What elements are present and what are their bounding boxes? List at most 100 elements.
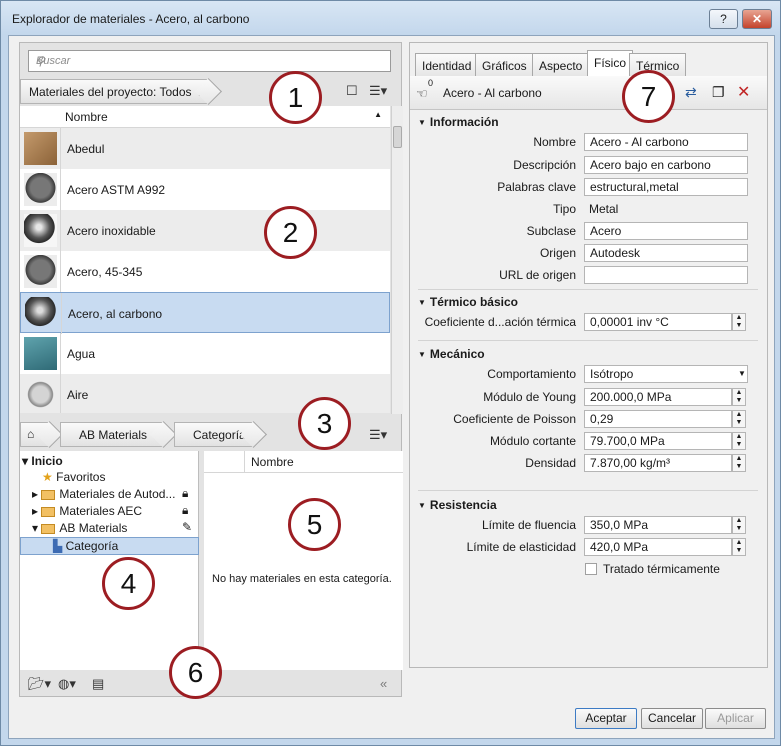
window-title: Explorador de materiales - Acero, al car… bbox=[12, 12, 250, 26]
stepper-icon[interactable]: ▲ ▼ bbox=[732, 313, 746, 331]
home-button[interactable]: ⌂ bbox=[20, 422, 50, 447]
thermal-expansion-field[interactable]: 0,00001 inv °C bbox=[584, 313, 732, 331]
section-informacion[interactable]: Información bbox=[418, 115, 499, 129]
tensile-strength-field[interactable]: 420,0 MPa bbox=[584, 538, 732, 556]
stepper-icon[interactable]: ▲ ▼ bbox=[732, 432, 746, 450]
list-item[interactable]: Acero, 45-345 bbox=[20, 251, 390, 292]
tree-favorites[interactable]: ★ Favoritos bbox=[42, 470, 105, 484]
field-label: Límite de fluencia bbox=[481, 518, 576, 532]
dialog-body: Buscar ⚲ Materiales del proyecto: Todos … bbox=[8, 35, 775, 739]
type-value: Metal bbox=[589, 202, 619, 216]
section-mecanico[interactable]: Mecánico bbox=[418, 347, 485, 361]
stepper-icon[interactable]: ▲ ▼ bbox=[732, 454, 746, 472]
tree-root[interactable]: ▾ Inicio bbox=[22, 454, 63, 468]
tree-ab-materials[interactable]: ▾ AB Materials bbox=[32, 521, 127, 535]
stepper-icon[interactable]: ▲ ▼ bbox=[732, 538, 746, 556]
pencil-icon[interactable]: ✎ bbox=[182, 520, 192, 534]
field-label: URL de origen bbox=[499, 268, 576, 282]
tree-category-selected[interactable]: ▙ Categoría bbox=[20, 537, 199, 555]
list-view-icon[interactable]: ☰▾ bbox=[369, 427, 387, 443]
star-icon: ★ bbox=[42, 470, 53, 484]
cancel-button[interactable]: Cancelar bbox=[641, 708, 703, 729]
tab-identidad[interactable]: Identidad bbox=[415, 53, 479, 76]
duplicate-asset-icon[interactable]: ❐ bbox=[712, 84, 725, 101]
callout-2: 2 bbox=[264, 206, 317, 259]
callout-4: 4 bbox=[102, 557, 155, 610]
asset-header: ☜ 0 Acero - Al carbono ⇄ ❐ ✕ bbox=[410, 76, 767, 110]
yield-strength-field[interactable]: 350,0 MPa bbox=[584, 516, 732, 534]
material-name: Agua bbox=[67, 347, 96, 361]
list-header[interactable]: Nombre ▲ bbox=[20, 106, 390, 128]
section-resistencia[interactable]: Resistencia bbox=[418, 498, 497, 512]
description-field[interactable]: Acero bajo en carbono bbox=[584, 156, 748, 174]
material-swatch-stainless bbox=[24, 214, 57, 247]
tree-autodesk-library[interactable]: ▸ Materiales de Autod... bbox=[32, 487, 175, 501]
stepper-icon[interactable]: ▲ ▼ bbox=[732, 388, 746, 406]
folder-open-icon bbox=[41, 523, 56, 534]
field-label: Módulo cortante bbox=[489, 434, 576, 448]
callout-6: 6 bbox=[169, 646, 222, 699]
list-item[interactable]: Acero inoxidable bbox=[20, 210, 390, 251]
tab-graficos[interactable]: Gráficos bbox=[475, 53, 534, 76]
section-termico-basico[interactable]: Térmico básico bbox=[418, 295, 518, 309]
material-editor: Identidad Gráficos Aspecto Físico Térmic… bbox=[409, 42, 768, 668]
stepper-icon[interactable]: ▲ ▼ bbox=[732, 516, 746, 534]
scrollbar-thumb[interactable] bbox=[393, 126, 402, 148]
shear-modulus-field[interactable]: 79.700,0 MPa bbox=[584, 432, 732, 450]
material-name: Acero, al carbono bbox=[68, 307, 163, 321]
list-view-icon[interactable]: ☰▾ bbox=[369, 83, 387, 99]
keywords-field[interactable]: estructural,metal bbox=[584, 178, 748, 196]
subclass-field[interactable]: Acero bbox=[584, 222, 748, 240]
lock-icon: 🔒︎ bbox=[182, 503, 189, 517]
young-modulus-field[interactable]: 200.000,0 MPa bbox=[584, 388, 732, 406]
field-label: Coeficiente d...ación térmica bbox=[424, 315, 576, 329]
tab-fisico[interactable]: Físico bbox=[587, 50, 634, 77]
tab-aspecto[interactable]: Aspecto bbox=[532, 53, 590, 76]
ok-button[interactable]: Aceptar bbox=[575, 708, 637, 729]
name-field[interactable]: Acero - Al carbono bbox=[584, 133, 748, 151]
material-name: Abedul bbox=[67, 142, 105, 156]
list-scrollbar[interactable] bbox=[391, 106, 403, 414]
material-browser-window: Explorador de materiales - Acero, al car… bbox=[0, 0, 781, 746]
column-name-header: Nombre bbox=[251, 455, 294, 469]
heat-treated-checkbox[interactable] bbox=[585, 563, 597, 575]
open-editor-icon[interactable]: ▤ bbox=[92, 676, 104, 692]
apply-button[interactable]: Aplicar bbox=[705, 708, 766, 729]
list-item[interactable]: Acero ASTM A992 bbox=[20, 169, 390, 210]
create-library-icon[interactable]: 📂︎▾ bbox=[28, 676, 51, 692]
view-toggle-icon[interactable]: ☐ bbox=[346, 83, 358, 99]
material-swatch-steel bbox=[24, 255, 57, 288]
source-field[interactable]: Autodesk bbox=[584, 244, 748, 262]
asset-count: 0 bbox=[428, 78, 434, 88]
library-filter-dropdown[interactable]: Materiales del proyecto: Todos ▼ bbox=[20, 79, 209, 104]
field-label: Tipo bbox=[553, 202, 576, 216]
tree-label: Materiales AEC bbox=[59, 504, 143, 518]
list-item-selected[interactable]: Acero, al carbono bbox=[20, 292, 390, 334]
behavior-select[interactable]: Isótropo bbox=[584, 365, 748, 383]
collapse-panel-icon[interactable]: « bbox=[380, 676, 387, 691]
stepper-icon[interactable]: ▲ ▼ bbox=[732, 410, 746, 428]
search-input[interactable]: Buscar ⚲ bbox=[28, 50, 391, 72]
breadcrumb-label: AB Materials bbox=[79, 428, 148, 442]
category-list-header[interactable]: Nombre bbox=[204, 451, 403, 473]
breadcrumb-ab-materials[interactable]: AB Materials ▼ bbox=[60, 422, 164, 447]
close-button[interactable]: ✕ bbox=[742, 9, 772, 29]
browser-panel: Buscar ⚲ Materiales del proyecto: Todos … bbox=[19, 42, 403, 697]
density-field[interactable]: 7.870,00 kg/m³ bbox=[584, 454, 732, 472]
replace-asset-icon[interactable]: ⇄ bbox=[685, 84, 697, 101]
material-name: Acero inoxidable bbox=[67, 224, 156, 238]
empty-message: No hay materiales en esta categoría. bbox=[212, 573, 392, 585]
tree-aec-library[interactable]: ▸ Materiales AEC bbox=[32, 504, 142, 518]
list-item[interactable]: Agua bbox=[20, 333, 390, 374]
list-item[interactable]: Abedul bbox=[20, 128, 390, 169]
source-url-field[interactable] bbox=[584, 266, 748, 284]
tree-label: AB Materials bbox=[59, 521, 128, 535]
delete-asset-icon[interactable]: ✕ bbox=[737, 82, 750, 102]
poisson-field[interactable]: 0,29 bbox=[584, 410, 732, 428]
search-icon[interactable]: ⚲ bbox=[36, 54, 385, 68]
add-material-icon[interactable]: ◍▾ bbox=[58, 676, 76, 692]
breadcrumb-category[interactable]: Categoría bbox=[174, 422, 254, 447]
callout-3: 3 bbox=[298, 397, 351, 450]
help-button[interactable]: ? bbox=[709, 9, 738, 29]
field-label: Coeficiente de Poisson bbox=[453, 412, 576, 426]
